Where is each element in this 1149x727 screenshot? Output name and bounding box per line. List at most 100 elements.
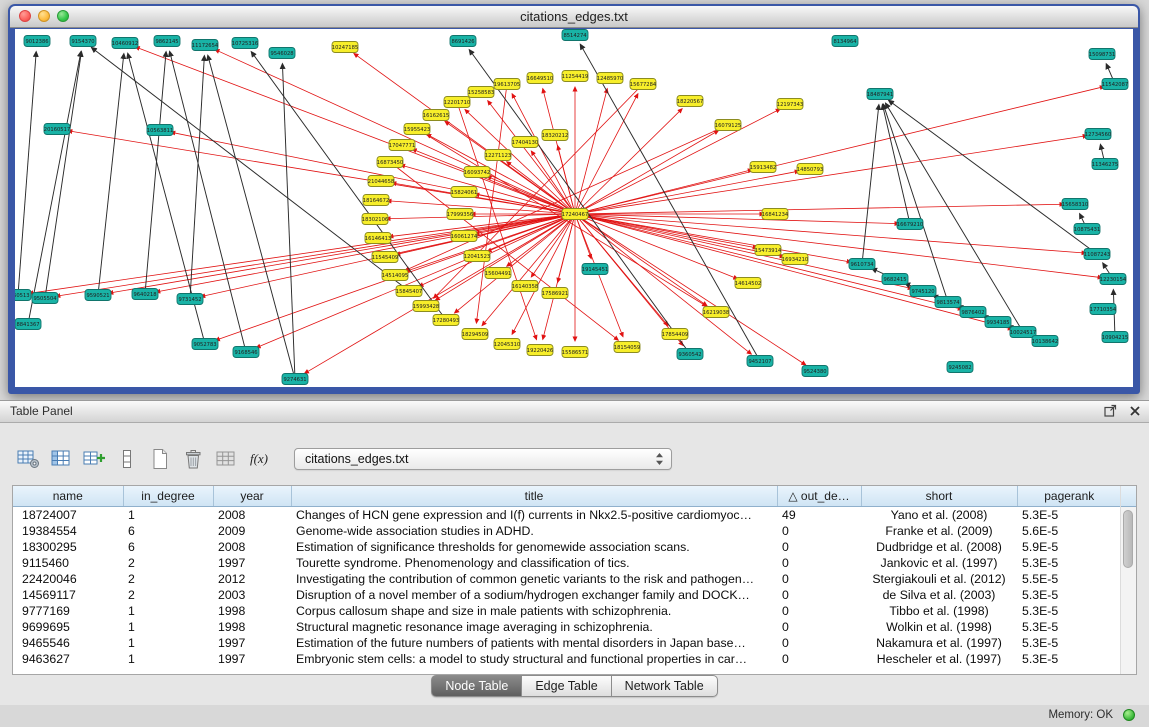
graph-node[interactable]: 9012386 <box>24 36 50 47</box>
graph-node[interactable]: 9505504 <box>32 293 58 304</box>
float-panel-button[interactable] <box>1104 404 1117 417</box>
graph-node[interactable]: 15913482 <box>750 162 776 173</box>
network-canvas[interactable]: 1724046716841234159134821607912518220567… <box>15 29 1133 387</box>
graph-node[interactable]: 11254419 <box>562 71 588 82</box>
import-table-button[interactable] <box>212 446 240 472</box>
table-row[interactable]: 1830029562008Estimation of significance … <box>13 539 1121 555</box>
table-row[interactable]: 946362711997Embryonic stem cells: a mode… <box>13 651 1121 667</box>
graph-node[interactable]: 16061274 <box>451 231 478 242</box>
graph-node[interactable]: 16140358 <box>512 281 538 292</box>
function-builder-button[interactable]: f(x) <box>245 446 273 472</box>
graph-node[interactable]: 12271123 <box>485 150 511 161</box>
graph-node[interactable]: 8841367 <box>15 319 41 330</box>
graph-node[interactable]: 12197343 <box>777 99 803 110</box>
graph-node[interactable]: 9052783 <box>192 339 218 350</box>
table-row[interactable]: 1456911722003Disruption of a novel membe… <box>13 587 1121 603</box>
graph-node[interactable]: 10563811 <box>147 125 173 136</box>
table-row[interactable]: 1872400712008Changes of HCN gene express… <box>13 506 1121 523</box>
graph-node[interactable]: 10904215 <box>1102 332 1128 343</box>
graph-node[interactable]: 9934185 <box>985 317 1011 328</box>
graph-node[interactable]: 18164672 <box>363 195 389 206</box>
graph-node[interactable]: 15658310 <box>1062 199 1088 210</box>
graph-node[interactable]: 15098731 <box>1089 49 1115 60</box>
graph-node[interactable]: 12230154 <box>1100 274 1127 285</box>
table-scroll-area[interactable]: namein_degreeyeartitle△ out_de…shortpage… <box>13 486 1121 674</box>
graph-node[interactable]: 19220426 <box>527 345 553 356</box>
graph-node[interactable]: 16162615 <box>423 110 449 121</box>
graph-node[interactable]: 15473914 <box>755 245 782 256</box>
graph-node[interactable]: 15677284 <box>630 79 657 90</box>
table-row[interactable]: 911546021997Tourette syndrome. Phenomeno… <box>13 555 1121 571</box>
column-header-in_degree[interactable]: in_degree <box>123 486 213 506</box>
graph-node[interactable]: 8514274 <box>562 30 588 41</box>
graph-node[interactable]: 12734560 <box>1085 129 1111 140</box>
graph-node[interactable]: 9274631 <box>282 374 308 385</box>
table-row[interactable]: 946554611997Estimation of the future num… <box>13 635 1121 651</box>
graph-node[interactable]: 9245082 <box>947 362 973 373</box>
graph-node[interactable]: 14850793 <box>797 164 823 175</box>
graph-node[interactable]: 9731452 <box>177 294 203 305</box>
graph-node[interactable]: 18320212 <box>542 130 568 141</box>
new-document-button[interactable] <box>146 446 174 472</box>
graph-node[interactable]: 8691426 <box>450 36 476 47</box>
graph-node[interactable]: 17047771 <box>389 140 415 151</box>
graph-node[interactable]: 10024517 <box>1010 327 1036 338</box>
graph-node[interactable]: 12201710 <box>444 97 470 108</box>
tab-network-table[interactable]: Network Table <box>612 675 718 697</box>
zoom-window-button[interactable] <box>57 10 69 22</box>
graph-node[interactable]: 9640218 <box>132 289 158 300</box>
close-panel-button[interactable] <box>1129 405 1141 417</box>
graph-node[interactable]: 20160517 <box>44 124 70 135</box>
graph-node[interactable]: 18487941 <box>867 89 893 100</box>
graph-node[interactable]: 12041523 <box>464 251 490 262</box>
graph-node[interactable]: 11087243 <box>1084 249 1110 260</box>
graph-node[interactable]: 12045310 <box>494 339 520 350</box>
graph-node[interactable]: 10725316 <box>232 38 258 49</box>
network-svg[interactable]: 1724046716841234159134821607912518220567… <box>15 29 1133 387</box>
vertical-scrollbar[interactable] <box>1120 486 1136 674</box>
graph-node[interactable]: 9876402 <box>960 307 986 318</box>
graph-node[interactable]: 17854409 <box>662 329 688 340</box>
graph-node[interactable]: 9168546 <box>233 347 259 358</box>
graph-node[interactable]: 16934210 <box>782 254 808 265</box>
graph-node[interactable]: 9452107 <box>747 356 773 367</box>
minimize-window-button[interactable] <box>38 10 50 22</box>
graph-node[interactable]: 11542087 <box>1102 79 1128 90</box>
graph-node[interactable]: 11545409 <box>372 252 398 263</box>
column-header-name[interactable]: name <box>13 486 123 506</box>
graph-node[interactable]: 18154059 <box>614 342 640 353</box>
graph-node[interactable]: 15845407 <box>396 286 422 297</box>
graph-node[interactable]: 14514095 <box>382 270 408 281</box>
table-row[interactable]: 977716911998Corpus callosum shape and si… <box>13 603 1121 619</box>
graph-node[interactable]: 9360542 <box>677 349 703 360</box>
graph-node[interactable]: 17240467 <box>562 209 588 220</box>
graph-node[interactable]: 10138642 <box>1032 336 1058 347</box>
graph-node[interactable]: 9862145 <box>154 36 180 47</box>
row-height-button[interactable] <box>113 446 141 472</box>
graph-node[interactable]: 14614502 <box>735 278 761 289</box>
column-header-out_degree[interactable]: △ out_de… <box>777 486 861 506</box>
graph-node[interactable]: 11346275 <box>1092 159 1118 170</box>
table-row[interactable]: 2242004622012Investigating the contribut… <box>13 571 1121 587</box>
graph-node[interactable]: 16649510 <box>527 73 553 84</box>
graph-node[interactable]: 9813574 <box>935 297 961 308</box>
graph-node[interactable]: 17999356 <box>447 209 473 220</box>
column-header-title[interactable]: title <box>291 486 777 506</box>
table-options-button[interactable] <box>14 446 42 472</box>
graph-node[interactable]: 18220567 <box>677 96 703 107</box>
graph-node[interactable]: 10875431 <box>1074 224 1100 235</box>
table-row[interactable]: 969969511998Structural magnetic resonanc… <box>13 619 1121 635</box>
network-table-selector[interactable]: citations_edges.txt <box>294 448 672 470</box>
graph-node[interactable]: 16219038 <box>703 307 729 318</box>
window-titlebar[interactable]: citations_edges.txt <box>10 6 1138 28</box>
graph-node[interactable]: 9154370 <box>70 36 96 47</box>
table-row[interactable]: 1938455462009Genome-wide association stu… <box>13 523 1121 539</box>
tab-edge-table[interactable]: Edge Table <box>522 675 611 697</box>
column-header-short[interactable]: short <box>861 486 1017 506</box>
graph-node[interactable]: 15993428 <box>413 301 439 312</box>
new-column-button[interactable] <box>80 446 108 472</box>
graph-node[interactable]: 17280493 <box>433 315 459 326</box>
column-header-pagerank[interactable]: pagerank <box>1017 486 1121 506</box>
graph-node[interactable]: 9260513 <box>15 290 31 301</box>
graph-node[interactable]: 15258583 <box>468 87 494 98</box>
